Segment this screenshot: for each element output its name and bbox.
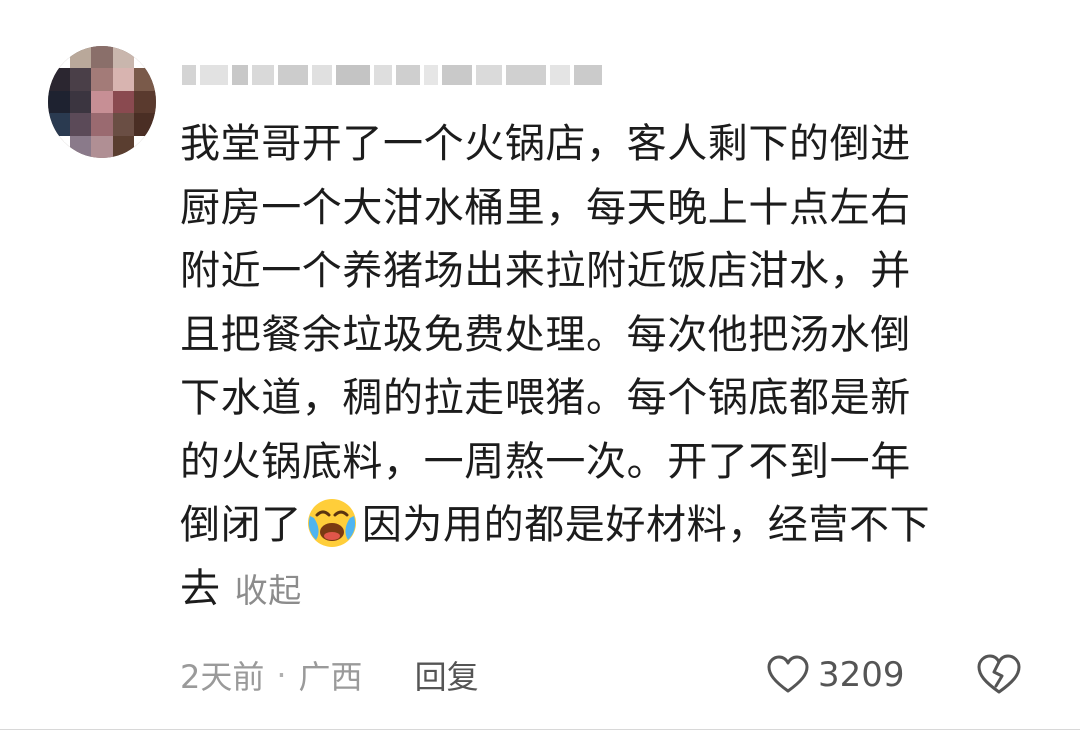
like-count: 3209 <box>818 655 905 695</box>
collapse-button[interactable]: 收起 <box>235 571 302 610</box>
username-redacted[interactable] <box>182 60 602 90</box>
comment-line: 的火锅底料，一周熬一次。开了不到一年 <box>180 438 911 485</box>
avatar[interactable] <box>48 46 156 158</box>
comment-line: 我堂哥开了一个火锅店，客人剩下的倒进 <box>180 121 911 167</box>
comment-time: 2天前 <box>180 658 265 696</box>
comment-location: 广西 <box>298 658 363 696</box>
reply-button[interactable]: 回复 <box>415 652 479 698</box>
comment-body: 我堂哥开了一个火锅店，客人剩下的倒进 厨房一个大泔水桶里，每天晚上十点左右 附近… <box>180 113 1020 621</box>
heart-outline-icon <box>767 655 809 693</box>
comment-line-with-emoji: 倒闭了 因为用的都是好材料，经营不下 <box>180 494 1020 558</box>
comment-line: 附近一个养猪场出来拉附近饭店泔水，并 <box>180 248 911 294</box>
like-button[interactable]: 3209 <box>766 650 905 700</box>
meta-separator: · <box>276 656 287 694</box>
comment-line: 厨房一个大泔水桶里，每天晚上十点左右 <box>180 184 911 231</box>
comment-line-part: 因为用的都是好材料，经营不下 <box>361 502 931 548</box>
broken-heart-icon[interactable] <box>976 652 1022 698</box>
divider <box>0 729 1080 730</box>
comment-line-part: 倒闭了 <box>180 502 302 548</box>
avatar-mosaic-icon <box>48 46 156 158</box>
comment-card: 我堂哥开了一个火锅店，客人剩下的倒进 厨房一个大泔水桶里，每天晚上十点左右 附近… <box>0 0 1080 733</box>
comment-line-last: 去收起 <box>180 558 1020 622</box>
comment-line: 下水道，稠的拉走喂猪。每个锅底都是新 <box>180 375 911 421</box>
crying-laughing-emoji-icon <box>307 499 356 547</box>
comment-line: 且把餐余垃圾免费处理。每次他把汤水倒 <box>180 311 911 358</box>
comment-meta: 2天前 · 广西 回复 <box>180 650 479 700</box>
comment-line-part: 去 <box>180 565 221 612</box>
